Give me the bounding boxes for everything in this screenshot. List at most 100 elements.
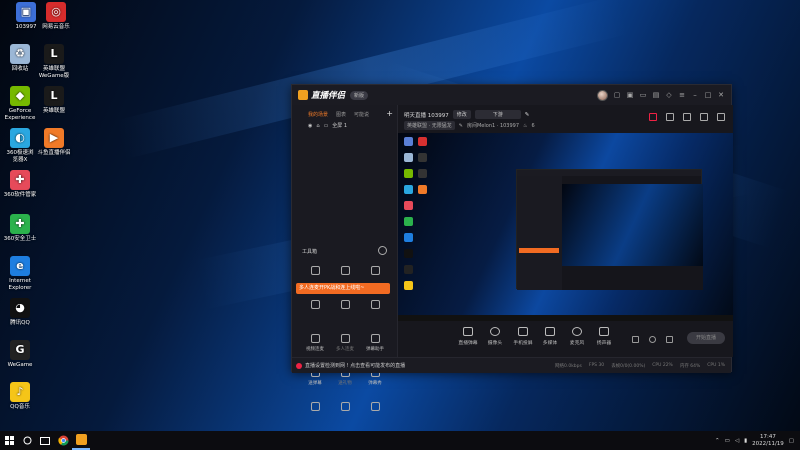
- desktop-icon[interactable]: ▶ 斗鱼直播伴侣: [34, 128, 74, 157]
- desktop-icon-label: QQ音乐: [10, 404, 30, 410]
- taskbar-streaming-app[interactable]: [72, 431, 90, 450]
- tool-item[interactable]: [330, 297, 360, 327]
- pencil-icon[interactable]: ✎: [525, 112, 530, 118]
- tool-item[interactable]: [330, 399, 360, 429]
- tab-my-scene[interactable]: 我的场景: [308, 111, 328, 119]
- clock-icon[interactable]: [378, 246, 387, 255]
- start-button[interactable]: [0, 431, 18, 450]
- grid-icon[interactable]: [683, 113, 691, 121]
- scene-item[interactable]: ◉ ⌂ ▭ 全屏 1: [292, 119, 397, 130]
- desktop-icon[interactable]: ◎ 网易云音乐: [36, 2, 76, 31]
- battery-icon[interactable]: ▮: [744, 438, 747, 444]
- room-title: 明天直播 103997: [404, 112, 449, 119]
- shop-icon[interactable]: ▣: [626, 91, 634, 99]
- preview-desktop-icon: [404, 201, 413, 210]
- minimize-icon[interactable]: –: [691, 91, 699, 99]
- stat-dropped: 丢帧0/0(0.00%): [611, 363, 646, 369]
- preview-desktop-icon: [418, 185, 427, 194]
- task-view-button[interactable]: [36, 431, 54, 450]
- game-chip[interactable]: 英雄联盟 · 无限猛龙: [404, 121, 455, 130]
- bell-icon[interactable]: [700, 113, 708, 121]
- task-view-icon: [40, 436, 50, 445]
- screen-icon[interactable]: [666, 113, 674, 121]
- status-bar: 直播设置检测到网 ! 点击查看可能发布的直播 网络0.0kbps FPS 30 …: [292, 357, 731, 373]
- status-warning[interactable]: 直播设置检测到网 ! 点击查看可能发布的直播: [305, 362, 405, 369]
- start-stream-button[interactable]: 开始直播: [687, 332, 725, 344]
- titlebar-controls: ▢ ▣ ▭ ▤ ◇ ≡ – □ ✕: [597, 89, 725, 101]
- tool-item[interactable]: [300, 399, 330, 429]
- scene-tabs: 我的场景 图表 可能说: [292, 105, 397, 119]
- microphone-button[interactable]: 麦克风: [564, 327, 590, 346]
- volume-icon[interactable]: ◁: [735, 438, 739, 444]
- speaker-icon: [599, 327, 609, 336]
- microphone-label: 麦克风: [569, 341, 585, 346]
- status-stats: 网络0.0kbps FPS 30 丢帧0/0(0.00%) CPU 22% 内存…: [555, 363, 725, 369]
- danmaku-button[interactable]: 直播弹幕: [455, 327, 481, 346]
- desktop-icon[interactable]: ✚ 360安全卫士: [0, 214, 40, 243]
- gift-icon[interactable]: ▢: [613, 91, 621, 99]
- search-button[interactable]: [18, 431, 36, 450]
- maximize-icon[interactable]: □: [704, 91, 712, 99]
- desktop-icon[interactable]: L 英雄联盟: [34, 86, 74, 115]
- tool-icon: [370, 266, 380, 275]
- tool-item[interactable]: [360, 399, 390, 429]
- notification-icon[interactable]: ▢: [789, 438, 794, 444]
- close-icon[interactable]: ✕: [717, 91, 725, 99]
- share-icon[interactable]: [717, 113, 725, 121]
- danmaku-label: 直播弹幕: [458, 341, 478, 346]
- tab-other[interactable]: 可能说: [354, 111, 369, 119]
- stream-preview[interactable]: [398, 133, 733, 321]
- bell-icon[interactable]: ◇: [665, 91, 673, 99]
- desktop-icon-label: WeGame: [7, 362, 33, 368]
- speaker-button[interactable]: 扬声器: [591, 327, 617, 346]
- desktop-icon[interactable]: G WeGame: [0, 340, 40, 369]
- media-button[interactable]: 多媒体: [537, 327, 563, 346]
- preview-desktop-icon: [404, 137, 413, 146]
- desktop-icon[interactable]: ♪ QQ音乐: [0, 382, 40, 411]
- tab-chart[interactable]: 图表: [336, 111, 346, 119]
- desktop-icon[interactable]: ✚ 360软件管家: [0, 170, 40, 199]
- lock-icon[interactable]: ⌂: [316, 123, 319, 129]
- taskbar-browser[interactable]: [54, 431, 72, 450]
- media-label: 多媒体: [542, 341, 558, 346]
- eye-icon[interactable]: ◉: [308, 123, 312, 129]
- nested-left-panel: [517, 176, 562, 290]
- windows-icon: [4, 436, 14, 445]
- chat-icon[interactable]: ▤: [652, 91, 660, 99]
- chevron-up-icon[interactable]: ⌃: [715, 438, 720, 444]
- phone-cast-button[interactable]: 手机投屏: [510, 327, 536, 346]
- version-badge[interactable]: 新版: [350, 90, 369, 100]
- gear-icon[interactable]: [666, 336, 673, 343]
- preview-desktop-icon: [404, 153, 413, 162]
- taskbar-clock[interactable]: 17:47 2022/11/19: [752, 434, 784, 447]
- tool-item[interactable]: [360, 297, 390, 327]
- preview-desktop-icon: [404, 217, 413, 226]
- app-icon: ✚: [10, 170, 30, 190]
- room-id: 房间Melon1 · 103997: [466, 123, 520, 129]
- pencil-icon[interactable]: ✎: [459, 123, 463, 129]
- settings-icon[interactable]: [649, 336, 656, 343]
- record-icon[interactable]: [632, 336, 639, 343]
- desktop-icon[interactable]: ◕ 腾讯QQ: [0, 298, 40, 327]
- add-scene-button[interactable]: +: [386, 109, 393, 118]
- preview-desktop-icon: [404, 233, 413, 242]
- menu-icon[interactable]: ≡: [678, 91, 686, 99]
- tool-icon: [340, 266, 350, 275]
- edit-button[interactable]: 修改: [452, 110, 471, 119]
- promo-banner[interactable]: 多人连麦开PK战和连上线啦~: [296, 283, 390, 294]
- phone-cast-icon: [518, 327, 528, 336]
- desktop-icon-label: 英雄联盟: [42, 108, 65, 114]
- camera-label: 摄像头: [487, 341, 503, 346]
- gift-box-icon[interactable]: [649, 113, 657, 121]
- desktop-icon[interactable]: e Internet Explorer: [0, 256, 40, 291]
- desktop-icon[interactable]: L 英雄联盟 WeGame版: [34, 44, 74, 79]
- tool-icon: [340, 300, 350, 309]
- avatar[interactable]: [597, 89, 608, 101]
- play-icon: [545, 327, 555, 336]
- category-chip[interactable]: 下游: [474, 110, 521, 119]
- tool-item[interactable]: [300, 297, 330, 327]
- camera-button[interactable]: 摄像头: [482, 327, 508, 346]
- network-icon[interactable]: ▭: [725, 438, 730, 444]
- screen-icon[interactable]: ▭: [639, 91, 647, 99]
- desktop-icon-label: Internet Explorer: [8, 278, 32, 291]
